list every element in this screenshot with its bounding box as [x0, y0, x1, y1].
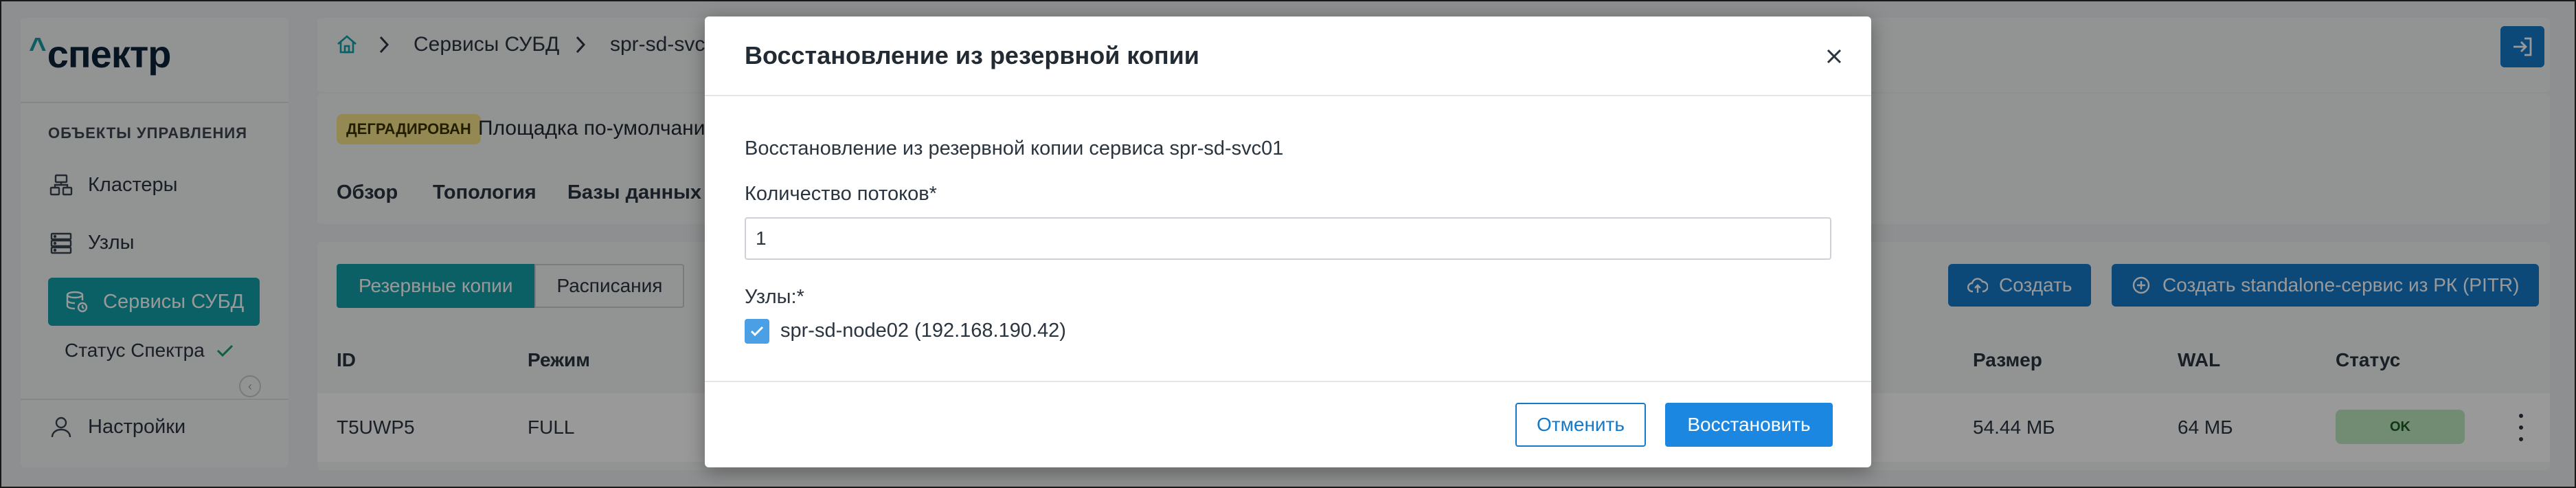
check-icon [749, 323, 765, 340]
modal-title: Восстановление из резервной копии [745, 41, 1199, 69]
node-checkbox[interactable] [745, 319, 769, 344]
restore-button[interactable]: Восстановить [1665, 403, 1833, 447]
node-option-label[interactable]: spr-sd-node02 (192.168.190.42) [780, 320, 1066, 342]
close-button[interactable] [1822, 44, 1846, 69]
modal-header-divider [705, 95, 1871, 96]
threads-label: Количество потоков* [745, 183, 937, 205]
cancel-button[interactable]: Отменить [1515, 403, 1646, 447]
nodes-label: Узлы:* [745, 286, 804, 308]
restore-modal: Восстановление из резервной копии Восста… [705, 16, 1871, 467]
threads-input[interactable] [745, 217, 1831, 260]
modal-footer-divider [705, 381, 1871, 382]
close-icon [1825, 47, 1843, 65]
modal-description: Восстановление из резервной копии сервис… [745, 137, 1284, 159]
